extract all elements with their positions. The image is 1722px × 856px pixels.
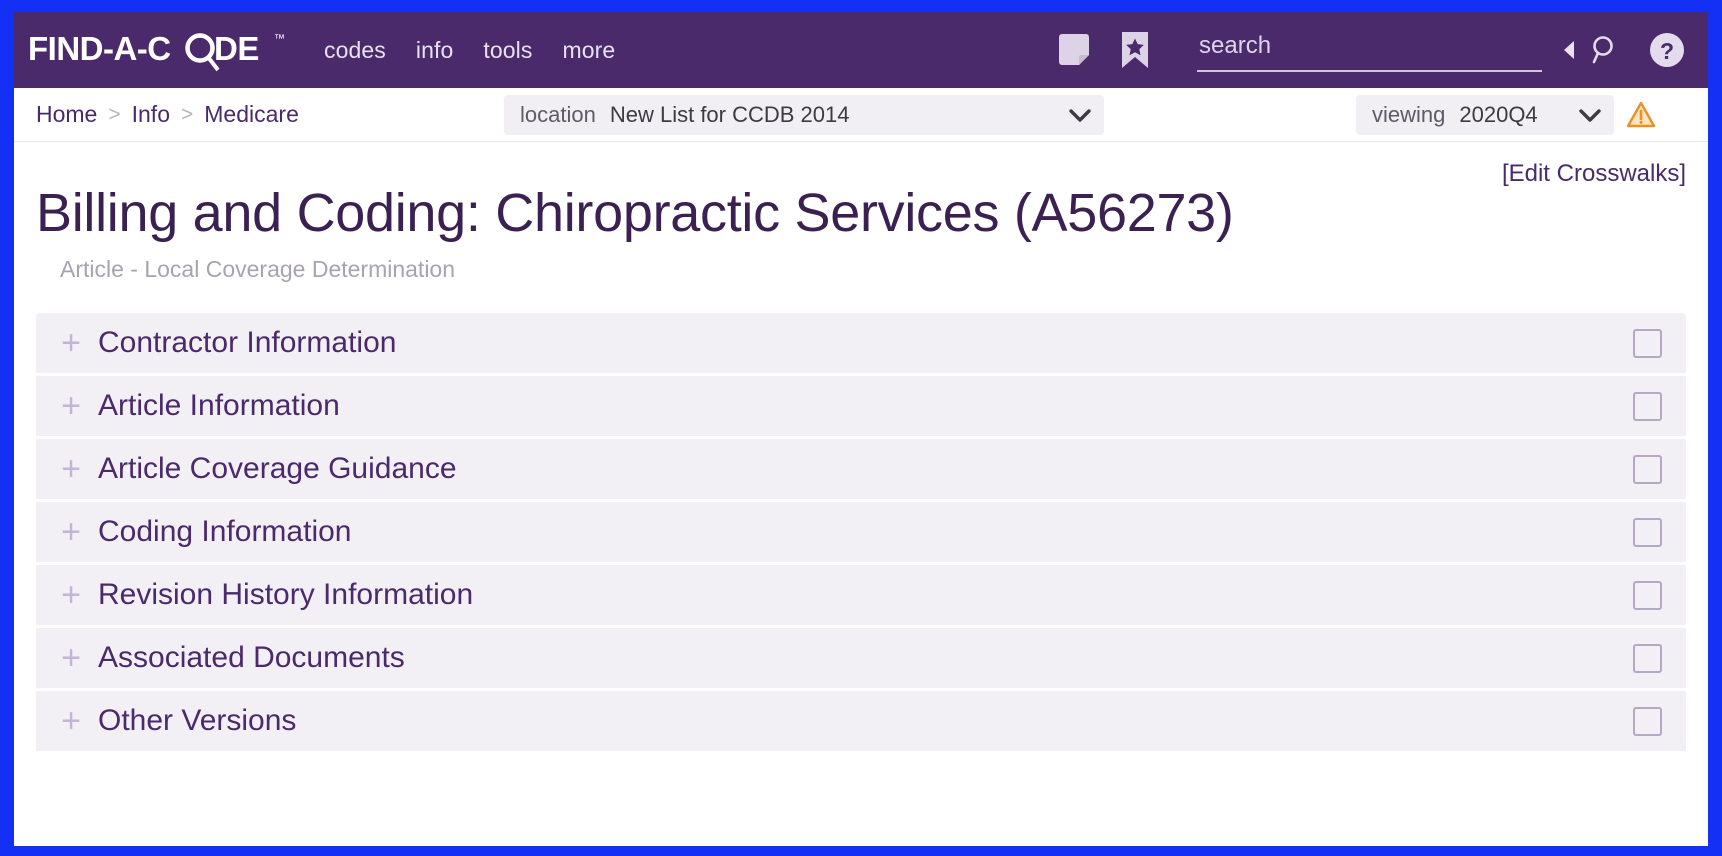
section-checkbox[interactable]	[1633, 328, 1662, 358]
svg-text:?: ?	[1660, 38, 1674, 64]
search-field-wrapper	[1197, 28, 1542, 72]
plus-icon[interactable]: +	[54, 326, 88, 360]
warning-triangle-icon[interactable]	[1626, 100, 1656, 130]
section-checkbox[interactable]	[1633, 643, 1662, 673]
location-select[interactable]: location New List for CCDB 2014	[504, 94, 1104, 135]
breadcrumb-item-medicare[interactable]: Medicare	[204, 101, 299, 128]
viewing-filter-group: viewing 2020Q4	[1356, 94, 1656, 135]
chevron-down-icon[interactable]	[1560, 107, 1602, 123]
accordion-label: Coding Information	[98, 515, 352, 549]
browser-viewport: FIND-A-C DE ™ codes info tools more sear…	[0, 0, 1722, 856]
magnifier-icon[interactable]	[1588, 33, 1622, 67]
viewing-select-value: 2020Q4	[1459, 101, 1538, 127]
accordion-label: Article Information	[98, 389, 340, 423]
accordion-label: Article Coverage Guidance	[98, 452, 457, 486]
nav-item-codes[interactable]: codes	[324, 38, 386, 62]
accordion-row-associated-documents[interactable]: + Associated Documents	[36, 628, 1686, 692]
accordion-label: Associated Documents	[98, 641, 405, 675]
breadcrumb: Home > Info > Medicare	[36, 101, 299, 128]
svg-text:DE: DE	[214, 30, 259, 67]
nav-item-tools[interactable]: tools	[483, 38, 532, 62]
page-body: FIND-A-C DE ™ codes info tools more sear…	[14, 12, 1708, 846]
breadcrumb-item-info[interactable]: Info	[132, 101, 170, 128]
breadcrumb-separator: >	[181, 102, 194, 126]
edit-crosswalks-link[interactable]: [Edit Crosswalks]	[1502, 160, 1686, 188]
accordion-row-article-information[interactable]: + Article Information	[36, 376, 1686, 440]
location-select-label: location	[520, 101, 596, 127]
nav-item-more[interactable]: more	[562, 38, 615, 62]
section-checkbox[interactable]	[1633, 580, 1662, 610]
plus-icon[interactable]: +	[54, 389, 88, 423]
location-select-value: New List for CCDB 2014	[609, 101, 850, 127]
chevron-down-icon[interactable]	[1050, 107, 1092, 123]
viewing-select[interactable]: viewing 2020Q4	[1356, 94, 1614, 135]
plus-icon[interactable]: +	[54, 452, 88, 486]
svg-text:FIND-A-C: FIND-A-C	[28, 30, 171, 67]
viewing-select-label: viewing	[1372, 101, 1446, 127]
plus-icon[interactable]: +	[54, 515, 88, 549]
svg-text:™: ™	[274, 33, 285, 45]
main-content: [Edit Crosswalks] Billing and Coding: Ch…	[14, 142, 1708, 755]
primary-nav-links: codes info tools more	[324, 38, 615, 62]
section-checkbox[interactable]	[1633, 391, 1662, 421]
plus-icon[interactable]: +	[54, 578, 88, 612]
accordion-label: Other Versions	[98, 704, 297, 738]
page-subtitle: Article - Local Coverage Determination	[60, 256, 456, 283]
accordion-label: Revision History Information	[98, 578, 474, 612]
breadcrumb-filter-bar: Home > Info > Medicare location New List…	[14, 88, 1708, 142]
plus-icon[interactable]: +	[54, 704, 88, 738]
section-accordion: + Contractor Information + Article Infor…	[36, 313, 1686, 755]
breadcrumb-separator: >	[108, 102, 121, 126]
accordion-row-revision-history-information[interactable]: + Revision History Information	[36, 565, 1686, 629]
note-icon[interactable]	[1055, 31, 1093, 69]
top-navigation-bar: FIND-A-C DE ™ codes info tools more sear…	[14, 12, 1708, 88]
accordion-row-contractor-information[interactable]: + Contractor Information	[36, 313, 1686, 377]
caret-left-icon[interactable]	[1564, 41, 1574, 59]
page-title: Billing and Coding: Chiropractic Service…	[36, 183, 1234, 243]
accordion-row-article-coverage-guidance[interactable]: + Article Coverage Guidance	[36, 439, 1686, 503]
top-bar-actions: ?	[1055, 28, 1686, 72]
section-checkbox[interactable]	[1633, 454, 1662, 484]
accordion-row-coding-information[interactable]: + Coding Information	[36, 502, 1686, 566]
search-input[interactable]	[1197, 28, 1542, 72]
help-circle-icon[interactable]: ?	[1648, 31, 1686, 69]
section-checkbox[interactable]	[1633, 517, 1662, 547]
site-logo[interactable]: FIND-A-C DE ™	[28, 28, 290, 72]
accordion-label: Contractor Information	[98, 326, 397, 360]
bookmark-star-icon[interactable]	[1119, 30, 1151, 70]
nav-item-info[interactable]: info	[416, 38, 453, 62]
section-checkbox[interactable]	[1633, 706, 1662, 736]
breadcrumb-item-home[interactable]: Home	[36, 101, 97, 128]
accordion-row-other-versions[interactable]: + Other Versions	[36, 691, 1686, 755]
plus-icon[interactable]: +	[54, 641, 88, 675]
